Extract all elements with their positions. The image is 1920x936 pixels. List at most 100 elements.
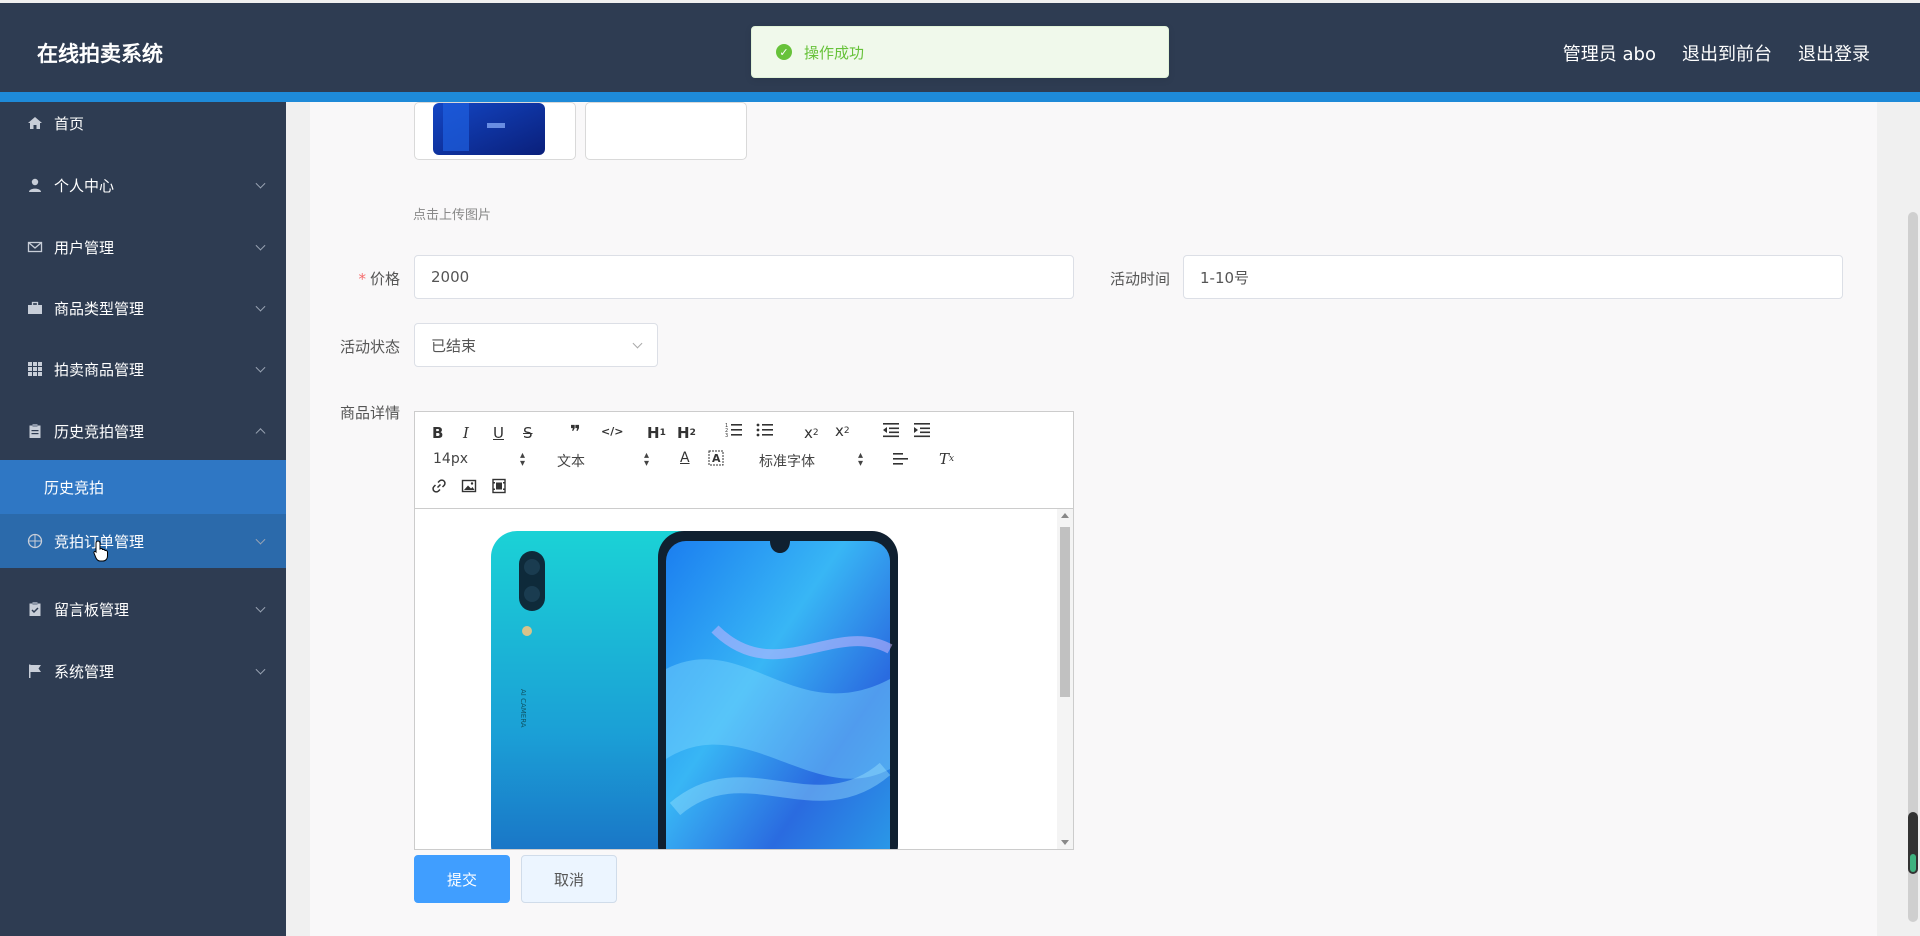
chevron-down-icon [255, 362, 266, 373]
sidebar-item-auction-goods-management[interactable]: 拍卖商品管理 [0, 344, 286, 394]
sidebar-item-bid-order-management[interactable]: 竞拍订单管理 [0, 514, 286, 568]
svg-text:3: 3 [725, 433, 728, 438]
editor-toolbar: B I U S ❞ </> H1 H2 123 x2 x2 14px ▴ ▾ 文本… [415, 412, 1073, 509]
sidebar-item-label: 个人中心 [54, 176, 115, 195]
cancel-button[interactable]: 取消 [521, 855, 617, 903]
logout-link[interactable]: 退出登录 [1798, 40, 1870, 66]
svg-text:AI CAMERA: AI CAMERA [519, 689, 527, 728]
sidebar-item-label: 商品类型管理 [54, 299, 145, 318]
indent-icon [914, 423, 930, 438]
page-scrollbar[interactable] [1906, 102, 1920, 936]
uploaded-image-thumb[interactable] [414, 102, 576, 160]
sidebar-item-category-management[interactable]: 商品类型管理 [0, 283, 286, 333]
clear-format-button[interactable]: Tx [939, 450, 954, 468]
activity-time-input[interactable]: 1-10号 [1183, 255, 1843, 299]
insert-video-button[interactable] [491, 478, 507, 494]
sidebar-item-home[interactable]: 首页 [0, 102, 286, 144]
sidebar-item-label: 拍卖商品管理 [54, 360, 145, 379]
text-type-value: 文本 [557, 454, 585, 470]
header-actions: 管理员 abo 退出到前台 退出登录 [1563, 40, 1870, 66]
chevron-up-icon [255, 428, 266, 439]
sidebar: 首页 个人中心 用户管理 商品类型管理 拍卖商品管理 历史竞拍管理 历史竞拍 留… [0, 102, 286, 936]
font-family-dropdown[interactable]: 标准字体 ▴ ▾ [759, 450, 863, 471]
insert-image-button[interactable] [461, 478, 477, 494]
sidebar-item-label: 首页 [54, 114, 85, 133]
sidebar-item-message-board-management[interactable]: 留言板管理 [0, 584, 286, 634]
exit-to-front-link[interactable]: 退出到前台 [1682, 40, 1772, 66]
dropdown-arrows-icon: ▴ ▾ [857, 450, 863, 469]
chevron-down-icon [632, 338, 643, 349]
activity-status-value: 已结束 [431, 336, 477, 355]
scroll-up-arrow-icon[interactable] [1061, 513, 1069, 518]
background-color-icon: A [708, 450, 724, 466]
price-label-text: 价格 [369, 270, 400, 288]
underline-button[interactable]: U [493, 424, 504, 442]
scroll-down-arrow-icon[interactable] [1061, 840, 1069, 845]
heading1-button[interactable]: H1 [647, 424, 666, 442]
price-input[interactable]: 2000 [414, 255, 1074, 299]
text-type-dropdown[interactable]: 文本 ▴ ▾ [557, 450, 649, 471]
compass-icon [26, 532, 44, 550]
sidebar-item-system-management[interactable]: 系统管理 [0, 646, 286, 696]
bold-button[interactable]: B [432, 424, 443, 442]
activity-status-label: 活动状态 [339, 338, 400, 356]
sidebar-subitem-label: 历史竞拍 [44, 478, 105, 497]
price-label: * 价格 [340, 268, 400, 289]
italic-button[interactable]: I [463, 424, 469, 442]
heading2-button[interactable]: H2 [677, 424, 696, 442]
editor-content-area[interactable]: AI CAMERA [415, 509, 1073, 849]
background-color-button[interactable]: A [708, 450, 724, 466]
chevron-down-icon [255, 240, 266, 251]
sidebar-item-label: 用户管理 [54, 238, 115, 257]
ordered-list-button[interactable]: 123 [725, 422, 743, 438]
upload-image-placeholder[interactable] [585, 102, 747, 160]
hand-cursor-icon [93, 540, 108, 562]
dropdown-arrows-icon: ▴ ▾ [643, 450, 649, 469]
editor-scrollbar[interactable] [1057, 509, 1073, 849]
sidebar-item-label: 系统管理 [54, 662, 115, 681]
font-color-button[interactable]: A [680, 450, 690, 466]
clipboard-check-icon [26, 600, 44, 618]
activity-time-label: 活动时间 [1109, 270, 1170, 288]
blockquote-button[interactable]: ❞ [570, 422, 581, 443]
sidebar-item-personal-center[interactable]: 个人中心 [0, 160, 286, 210]
required-asterisk: * [358, 270, 366, 288]
outdent-icon [883, 423, 899, 438]
image-icon [461, 479, 477, 493]
chevron-down-icon [255, 534, 266, 545]
font-size-dropdown[interactable]: 14px ▴ ▾ [433, 451, 525, 469]
flag-icon [26, 662, 44, 680]
strikethrough-button[interactable]: S [523, 424, 533, 442]
align-left-icon [893, 453, 908, 465]
subscript-button[interactable]: x2 [804, 424, 819, 442]
briefcase-icon [26, 299, 44, 317]
bullet-list-button[interactable] [756, 422, 774, 438]
app-title: 在线拍卖系统 [37, 42, 163, 66]
superscript-button[interactable]: x2 [835, 422, 850, 440]
font-size-value: 14px [433, 451, 468, 467]
code-block-button[interactable]: </> [601, 425, 623, 438]
activity-status-select[interactable]: 已结束 [414, 323, 658, 367]
submit-button[interactable]: 提交 [414, 855, 510, 903]
admin-user-label: 管理员 abo [1562, 44, 1656, 65]
sidebar-item-label: 留言板管理 [54, 600, 130, 619]
editor-scroll-thumb[interactable] [1060, 527, 1070, 697]
product-phone-image: AI CAMERA [491, 531, 898, 849]
user-icon [26, 176, 44, 194]
rich-text-editor: B I U S ❞ </> H1 H2 123 x2 x2 14px ▴ ▾ 文本… [414, 411, 1074, 850]
svg-text:A: A [712, 452, 721, 465]
ordered-list-icon: 123 [725, 423, 742, 438]
chevron-down-icon [255, 178, 266, 189]
upload-hint: 点击上传图片 [413, 208, 492, 223]
align-button[interactable] [893, 452, 909, 466]
indent-button[interactable] [913, 422, 931, 438]
sidebar-item-history-bid-management[interactable]: 历史竞拍管理 [0, 406, 286, 456]
sidebar-item-label: 历史竞拍管理 [54, 422, 145, 441]
sidebar-subitem-history-bid[interactable]: 历史竞拍 [0, 460, 286, 514]
chevron-down-icon [255, 301, 266, 312]
link-button[interactable] [431, 478, 447, 494]
outdent-button[interactable] [882, 422, 900, 438]
link-icon [432, 479, 446, 493]
header-accent-bar [0, 92, 1920, 102]
sidebar-item-user-management[interactable]: 用户管理 [0, 222, 286, 272]
